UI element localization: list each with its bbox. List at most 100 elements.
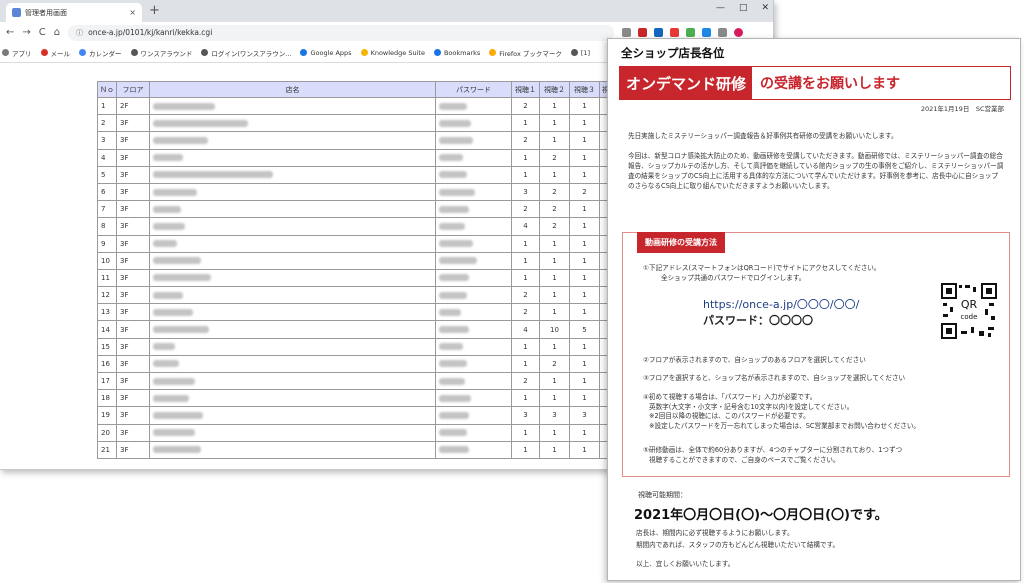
cell-no: 7 (97, 200, 117, 219)
cell-password (435, 268, 512, 288)
blurred-password (439, 274, 469, 282)
reload-button[interactable]: C (39, 27, 46, 38)
cell-shop-name (149, 389, 436, 408)
bookmark-item[interactable]: Knowledge Suite (360, 49, 425, 57)
bookmark-icon (2, 49, 9, 56)
cell-view2: 1 (539, 440, 570, 459)
address-url[interactable]: once-a.jp/0101/kj/kanri/kekka.cgi (88, 28, 212, 37)
close-window-button[interactable]: ✕ (761, 3, 769, 13)
cell-view2: 1 (539, 165, 570, 184)
cell-shop-name (149, 251, 436, 270)
extension-icon[interactable] (622, 28, 632, 37)
blurred-shop-name (153, 119, 248, 127)
cell-no: 12 (97, 286, 117, 305)
cell-view2: 1 (539, 303, 570, 322)
bookmark-label: Firefox ブックマーク (499, 49, 562, 58)
blurred-password (439, 394, 471, 402)
cell-view3: 1 (569, 286, 600, 305)
blurred-shop-name (153, 343, 175, 351)
header-no: Ｎｏ (97, 81, 117, 98)
cell-view1: 1 (511, 114, 540, 133)
blurred-shop-name (153, 257, 201, 265)
new-tab-button[interactable]: + (149, 3, 160, 19)
access-password: パスワード：〇〇〇〇 (703, 314, 813, 327)
extension-icon[interactable] (702, 28, 712, 37)
table-row: 4 3F 1 2 1 (97, 148, 612, 167)
home-button[interactable]: ⌂ (54, 27, 60, 38)
cell-view3: 1 (569, 217, 600, 236)
profile-avatar-icon[interactable] (734, 28, 744, 37)
bookmark-item[interactable]: アプリ (2, 48, 32, 58)
table-row: 6 3F 3 2 2 (97, 182, 612, 202)
cell-view1: 1 (511, 148, 540, 167)
bookmark-icon (300, 49, 308, 56)
bookmark-item[interactable]: メール (40, 48, 71, 58)
bookmark-icon (433, 49, 441, 56)
cell-password (435, 354, 512, 374)
header-view3: 視聴３ (569, 81, 600, 98)
bookmark-item[interactable]: Google Apps (300, 49, 352, 57)
cell-view3: 1 (569, 200, 600, 219)
cell-password (435, 165, 512, 184)
address-bar[interactable]: ⓘ once-a.jp/0101/kj/kanri/kekka.cgi (68, 24, 615, 41)
qr-code-text: QR (961, 298, 978, 311)
cell-view1: 2 (511, 303, 540, 322)
cell-no: 21 (97, 440, 117, 459)
cell-view2: 1 (539, 96, 570, 116)
blurred-shop-name (153, 240, 177, 248)
bookmark-label: Bookmarks (443, 48, 481, 57)
extension-icon[interactable] (686, 28, 696, 37)
blurred-password (439, 360, 467, 368)
blurred-shop-name (153, 360, 179, 368)
cell-password (435, 131, 512, 150)
blurred-password (439, 205, 469, 213)
extension-icon[interactable] (670, 28, 680, 37)
cell-view2: 1 (539, 423, 570, 442)
cell-no: 19 (97, 406, 117, 425)
cell-password (435, 234, 512, 253)
cell-view3: 1 (569, 268, 600, 288)
cell-floor: 3F (116, 286, 150, 305)
cell-view1: 4 (511, 217, 540, 236)
bookmark-item[interactable]: ワンスアラウンド (130, 48, 192, 58)
extension-icon[interactable] (718, 28, 728, 37)
back-button[interactable]: ← (6, 27, 14, 38)
table-row: 8 3F 4 2 1 (97, 217, 612, 236)
bookmark-item[interactable]: [1] (570, 48, 591, 57)
cell-view1: 1 (511, 337, 540, 356)
extension-icon[interactable] (638, 28, 648, 37)
table-row: 7 3F 2 2 1 (97, 200, 612, 219)
cell-no: 14 (97, 320, 117, 339)
cell-floor: 3F (116, 371, 150, 391)
browser-tab[interactable]: 管理者用画面 × (6, 3, 142, 22)
cell-shop-name (149, 200, 436, 219)
tab-strip: 管理者用画面 × + — □ ✕ (0, 0, 773, 22)
table-row: 9 3F 1 1 1 (97, 234, 612, 253)
maximize-button[interactable]: □ (739, 3, 748, 13)
bookmark-item[interactable]: Firefox ブックマーク (489, 48, 562, 58)
cell-shop-name (149, 423, 436, 442)
table-row: 21 3F 1 1 1 (97, 440, 612, 459)
cell-shop-name (149, 234, 436, 253)
site-info-icon[interactable]: ⓘ (76, 28, 83, 38)
cell-no: 5 (97, 165, 117, 184)
minimize-button[interactable]: — (716, 3, 725, 13)
cell-view2: 1 (539, 371, 570, 391)
cell-no: 11 (97, 268, 117, 288)
bookmark-label: [1] (580, 48, 591, 57)
table-row: 1 2F 2 1 1 (97, 96, 612, 116)
bookmark-item[interactable]: ログイン(ワンスアラウン... (201, 48, 291, 58)
cell-view2: 1 (539, 251, 570, 270)
period-label: 視聴可能期間： (638, 491, 687, 499)
cell-floor: 3F (116, 337, 150, 356)
blurred-password (439, 291, 467, 299)
bookmark-label: メール (50, 49, 71, 58)
extension-icon[interactable] (654, 28, 664, 37)
bookmark-item[interactable]: Bookmarks (433, 48, 481, 57)
close-tab-icon[interactable]: × (129, 8, 136, 17)
forward-button[interactable]: → (22, 27, 30, 38)
cell-view1: 1 (511, 165, 540, 184)
bookmark-item[interactable]: カレンダー (79, 48, 122, 58)
blurred-shop-name (153, 429, 195, 437)
extension-icons (622, 28, 744, 37)
